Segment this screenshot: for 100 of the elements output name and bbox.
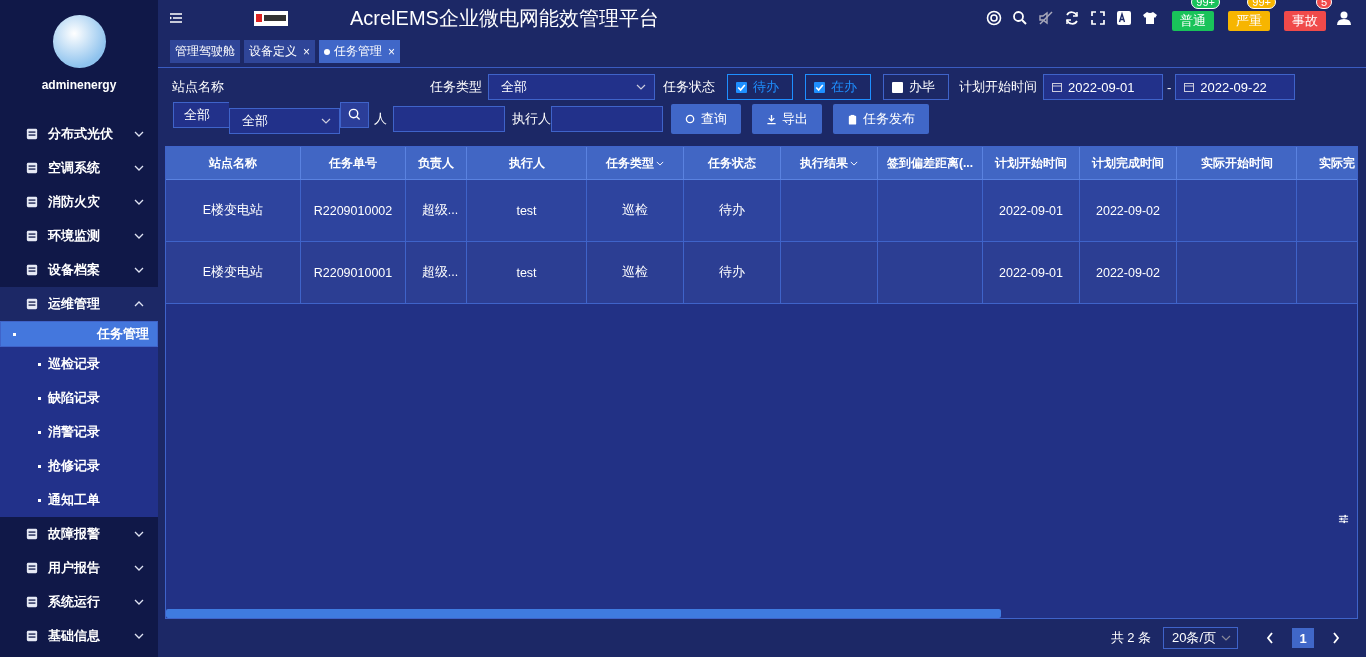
calendar-icon bbox=[1184, 82, 1195, 93]
caret-icon[interactable] bbox=[656, 160, 664, 166]
user-icon[interactable] bbox=[1336, 10, 1352, 27]
table-cell: 巡检 bbox=[587, 242, 684, 305]
total-count: 共 2 条 bbox=[1110, 629, 1151, 648]
chevron-right-icon[interactable] bbox=[1332, 632, 1340, 645]
submenu-item[interactable]: 巡检记录 bbox=[0, 347, 158, 381]
column-header[interactable]: 执行结果 bbox=[781, 147, 878, 181]
status-checkbox[interactable]: 办毕 bbox=[883, 74, 949, 101]
submenu-item[interactable]: 通知工单 bbox=[0, 483, 158, 517]
page-size-select[interactable]: 20条/页 bbox=[1163, 627, 1238, 650]
column-header[interactable]: 执行人 bbox=[467, 147, 587, 181]
chevron-icon bbox=[134, 531, 144, 537]
field-label: 站点名称 bbox=[172, 78, 225, 96]
chevron-left-icon[interactable] bbox=[1266, 632, 1274, 645]
dropdown-select[interactable]: 全部 bbox=[229, 108, 340, 135]
status-checkbox[interactable]: 待办 bbox=[727, 74, 793, 101]
action-button[interactable]: 查询 bbox=[671, 104, 741, 135]
menu-item[interactable]: 消防火灾 bbox=[0, 185, 158, 219]
menu-item[interactable]: 分布式光伏 bbox=[0, 117, 158, 151]
page-tab[interactable]: 设备定义 × bbox=[244, 40, 315, 64]
column-header[interactable]: 任务状态 bbox=[684, 147, 781, 181]
action-button[interactable]: 任务发布 bbox=[833, 104, 929, 135]
mute-icon[interactable] bbox=[1038, 10, 1054, 27]
search-icon[interactable] bbox=[1012, 10, 1028, 27]
table-cell: 超级... bbox=[406, 180, 467, 243]
submenu-item[interactable]: 任务管理 bbox=[0, 321, 158, 347]
close-icon[interactable]: × bbox=[388, 44, 396, 59]
page-tab[interactable]: 管理驾驶舱 bbox=[170, 40, 240, 64]
range-separator: - bbox=[1167, 79, 1172, 95]
panel-icon bbox=[26, 528, 38, 540]
menu-item[interactable]: 运维管理 bbox=[0, 287, 158, 321]
search-button[interactable] bbox=[340, 101, 369, 128]
panel-icon bbox=[26, 162, 38, 174]
menu-item[interactable]: 基础信息 bbox=[0, 619, 158, 653]
close-icon[interactable]: × bbox=[303, 44, 310, 59]
table-cell: 待办 bbox=[684, 242, 781, 305]
page-number[interactable]: 1 bbox=[1292, 628, 1314, 649]
calendar-icon bbox=[1052, 82, 1062, 93]
column-header[interactable]: 计划开始时间 bbox=[983, 147, 1080, 181]
chevron-icon bbox=[134, 633, 144, 639]
caret-icon bbox=[636, 84, 646, 91]
status-checkbox[interactable]: 在办 bbox=[805, 74, 871, 101]
column-header[interactable]: 站点名称 bbox=[166, 147, 301, 181]
caret-icon bbox=[1221, 635, 1231, 642]
table-cell: 巡检 bbox=[587, 180, 684, 243]
menu-item[interactable]: 空调系统 bbox=[0, 151, 158, 185]
checkbox-icon bbox=[892, 81, 903, 93]
menu-item[interactable]: 故障报警 bbox=[0, 517, 158, 551]
bullet-icon bbox=[13, 332, 16, 336]
date-field[interactable]: 2022-09-22 bbox=[1175, 74, 1296, 101]
table-cell: 2022-09-02 bbox=[1080, 242, 1177, 305]
menu-item[interactable]: 环境监测 bbox=[0, 219, 158, 253]
column-header[interactable]: 任务类型 bbox=[587, 147, 684, 181]
submenu-item[interactable]: 抢修记录 bbox=[0, 449, 158, 483]
avatar-logo bbox=[52, 15, 106, 68]
action-button[interactable]: 导出 bbox=[752, 104, 822, 135]
submenu-item[interactable]: 缺陷记录 bbox=[0, 381, 158, 415]
select-field[interactable]: 全部 bbox=[488, 74, 655, 101]
field-label: 执行人 bbox=[512, 110, 551, 128]
search-icon bbox=[685, 113, 696, 125]
shirt-icon[interactable] bbox=[1142, 10, 1158, 27]
column-header[interactable]: 实际开始时间 bbox=[1177, 147, 1297, 181]
menu-icon[interactable] bbox=[170, 13, 182, 24]
column-header[interactable]: 实际完 bbox=[1297, 147, 1357, 181]
translate-icon[interactable] bbox=[1116, 10, 1132, 27]
sliders-icon[interactable] bbox=[1338, 514, 1349, 525]
select-field[interactable]: 全部 bbox=[173, 101, 229, 128]
table-cell: test bbox=[467, 180, 587, 243]
date-field[interactable]: 2022-09-01 bbox=[1043, 74, 1163, 101]
scrollbar-thumb[interactable] bbox=[166, 609, 1001, 619]
input-field[interactable] bbox=[551, 106, 663, 133]
caret-icon[interactable] bbox=[850, 160, 858, 166]
menu-item[interactable]: 系统运行 bbox=[0, 585, 158, 619]
menu-item[interactable]: 设备档案 bbox=[0, 253, 158, 287]
chevron-icon bbox=[134, 565, 144, 571]
column-header[interactable]: 计划完成时间 bbox=[1080, 147, 1177, 181]
panel-icon bbox=[26, 230, 38, 242]
chevron-icon bbox=[134, 301, 144, 307]
input-field[interactable] bbox=[393, 106, 505, 133]
field-label: 人 bbox=[374, 110, 387, 128]
column-header[interactable]: 负责人 bbox=[406, 147, 467, 181]
chevron-icon bbox=[134, 131, 144, 137]
alert-button[interactable]: 事故 bbox=[1284, 11, 1326, 32]
table-cell: E楼变电站 bbox=[166, 180, 301, 243]
dot-icon bbox=[324, 48, 330, 55]
bullet-icon bbox=[38, 396, 41, 400]
submenu-item[interactable]: 消警记录 bbox=[0, 415, 158, 449]
company-logo bbox=[254, 10, 288, 26]
column-header[interactable]: 任务单号 bbox=[301, 147, 406, 181]
bullet-icon bbox=[38, 498, 41, 502]
lifebuoy-icon[interactable] bbox=[986, 10, 1002, 27]
page-tab[interactable]: 任务管理 × bbox=[319, 40, 401, 64]
checkbox-icon bbox=[736, 81, 747, 93]
panel-icon bbox=[26, 630, 38, 642]
column-header[interactable]: 签到偏差距离(... bbox=[878, 147, 983, 181]
fullscreen-icon[interactable] bbox=[1090, 10, 1106, 27]
table-cell: 待办 bbox=[684, 180, 781, 243]
refresh-icon[interactable] bbox=[1064, 10, 1080, 27]
menu-item[interactable]: 用户报告 bbox=[0, 551, 158, 585]
